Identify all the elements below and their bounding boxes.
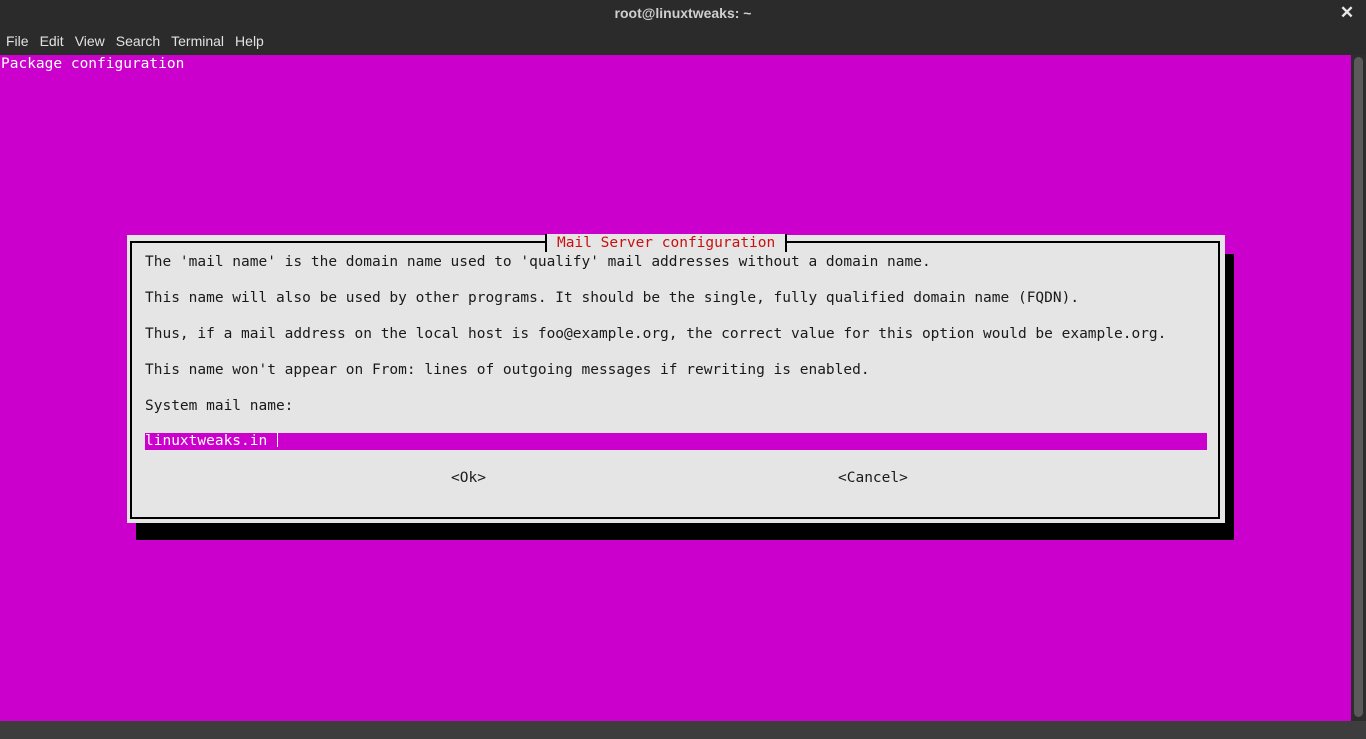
terminal-screen[interactable]: Package configuration Mail Server config…	[0, 55, 1351, 721]
scrollbar[interactable]	[1351, 55, 1366, 721]
menu-edit[interactable]: Edit	[34, 28, 69, 55]
terminal-window: root@linuxtweaks: ~ ✕ File Edit View Sea…	[0, 0, 1366, 739]
menu-bar: File Edit View Search Terminal Help	[0, 28, 1366, 55]
menu-search[interactable]: Search	[110, 28, 165, 55]
mail-server-dialog: Mail Server configuration The 'mail name…	[127, 234, 1225, 523]
window-title: root@linuxtweaks: ~	[614, 5, 752, 21]
system-mail-name-input[interactable]: linuxtweaks.in	[145, 433, 1207, 450]
ok-button[interactable]: <Ok>	[451, 469, 486, 487]
dialog-text-line: This name won't appear on From: lines of…	[145, 362, 870, 378]
menu-terminal[interactable]: Terminal	[165, 28, 229, 55]
dialog-text-line: The 'mail name' is the domain name used …	[145, 254, 931, 270]
menu-view[interactable]: View	[69, 28, 110, 55]
dialog-text-line: This name will also be used by other pro…	[145, 290, 1080, 306]
system-mail-name-label: System mail name:	[145, 398, 294, 414]
title-bar: root@linuxtweaks: ~ ✕	[0, 0, 1366, 28]
package-configuration-header: Package configuration	[1, 56, 185, 72]
menu-file[interactable]: File	[0, 28, 34, 55]
bottom-bar	[0, 721, 1366, 739]
input-value: linuxtweaks.in	[145, 433, 268, 450]
text-cursor	[277, 433, 279, 447]
dialog-title: Mail Server configuration	[545, 234, 788, 252]
close-icon[interactable]: ✕	[1336, 2, 1358, 24]
menu-help[interactable]: Help	[229, 28, 269, 55]
dialog-frame	[130, 241, 1220, 519]
scrollbar-thumb[interactable]	[1354, 57, 1363, 717]
dialog-text-line: Thus, if a mail address on the local hos…	[145, 326, 1167, 342]
cancel-button[interactable]: <Cancel>	[838, 469, 908, 487]
